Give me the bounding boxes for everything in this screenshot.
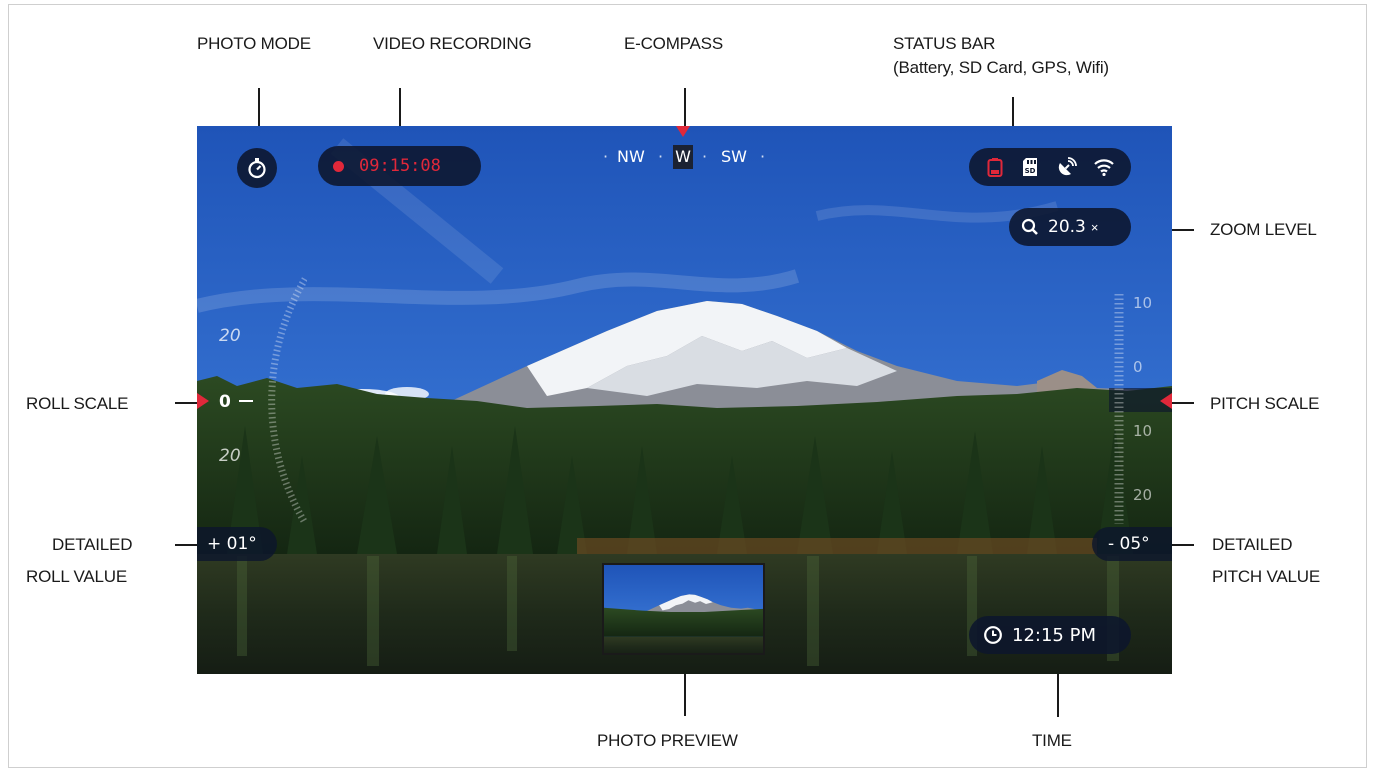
callout-detailed-pitch: DETAILED [1212, 535, 1293, 554]
pitch-scale-label-lower: 20 [1133, 486, 1153, 504]
photo-preview[interactable] [602, 563, 765, 655]
roll-scale-label-center: 0 [219, 392, 231, 412]
zoom-level-indicator[interactable]: 20.3 × [1009, 208, 1131, 246]
callout-detailed-pitch-2: PITCH VALUE [1212, 567, 1321, 586]
photo-mode-button[interactable] [237, 148, 277, 188]
timer-icon [248, 158, 266, 179]
leader-detailed-roll [175, 544, 197, 546]
roll-scale-label-bottom: 20 [219, 446, 241, 466]
roll-value: + 01° [207, 534, 257, 554]
callout-photo-mode: PHOTO MODE [197, 34, 311, 53]
callout-time: TIME [1032, 731, 1072, 750]
photo-preview-thumbnail [604, 565, 763, 653]
compass-label-center: W [673, 145, 693, 169]
video-recording-indicator[interactable]: 09:15:08 [318, 146, 481, 186]
callout-pitch-scale: PITCH SCALE [1210, 394, 1320, 413]
callout-status-bar-detail: (Battery, SD Card, GPS, Wifi) [893, 58, 1109, 77]
zoom-suffix: × [1090, 219, 1099, 235]
clock-icon [984, 626, 1002, 644]
pitch-value-readout: - 05° [1092, 527, 1172, 561]
magnifier-icon [1021, 218, 1038, 235]
recording-time: 09:15:08 [359, 156, 441, 176]
callout-roll-scale: ROLL SCALE [26, 394, 129, 413]
pitch-scale-label-top: 10 [1133, 294, 1153, 312]
zoom-value: 20.3 [1048, 217, 1086, 237]
callout-status-bar: STATUS BAR [893, 34, 996, 53]
callout-e-compass: E-COMPASS [624, 34, 723, 53]
roll-scale-pointer-icon [197, 393, 209, 409]
callout-photo-preview: PHOTO PREVIEW [597, 731, 738, 750]
battery-icon [987, 158, 1003, 177]
sd-card-icon: SD [1023, 158, 1038, 176]
pitch-scale-pointer-icon [1160, 393, 1172, 409]
callout-detailed-roll-2: ROLL VALUE [26, 567, 127, 586]
clock-indicator: 12:15 PM [969, 616, 1131, 654]
e-compass: · NW · W · SW · [597, 143, 777, 169]
leader-photo-mode [258, 88, 260, 128]
leader-pitch-scale [1172, 402, 1194, 404]
scope-viewfinder: 09:15:08 · NW · W · SW · SD 20.3 × 20 20… [197, 126, 1172, 674]
status-bar[interactable]: SD [969, 148, 1131, 186]
compass-label-left: NW [617, 147, 645, 166]
callout-video-recording: VIDEO RECORDING [373, 34, 532, 53]
compass-label-right: SW [721, 147, 747, 166]
pitch-scale-label-bottom: 10 [1133, 422, 1153, 440]
leader-detailed-pitch [1172, 544, 1194, 546]
leader-roll-scale [175, 402, 197, 404]
callout-zoom-level: ZOOM LEVEL [1210, 220, 1317, 239]
svg-text:SD: SD [1025, 167, 1036, 175]
record-dot-icon [333, 160, 344, 172]
pitch-scale [1114, 294, 1124, 524]
compass-marker-icon [676, 126, 690, 137]
roll-scale-label-top: 20 [219, 326, 241, 346]
wifi-icon [1094, 159, 1115, 176]
roll-value-readout: + 01° [197, 527, 277, 561]
callout-detailed-roll: DETAILED [52, 535, 133, 554]
pitch-scale-label-center: 0 [1133, 358, 1143, 376]
roll-scale-tick [239, 400, 253, 402]
leader-e-compass [684, 88, 686, 128]
clock-time: 12:15 PM [1012, 624, 1096, 646]
pitch-value: - 05° [1108, 534, 1150, 554]
gps-icon [1058, 157, 1077, 176]
